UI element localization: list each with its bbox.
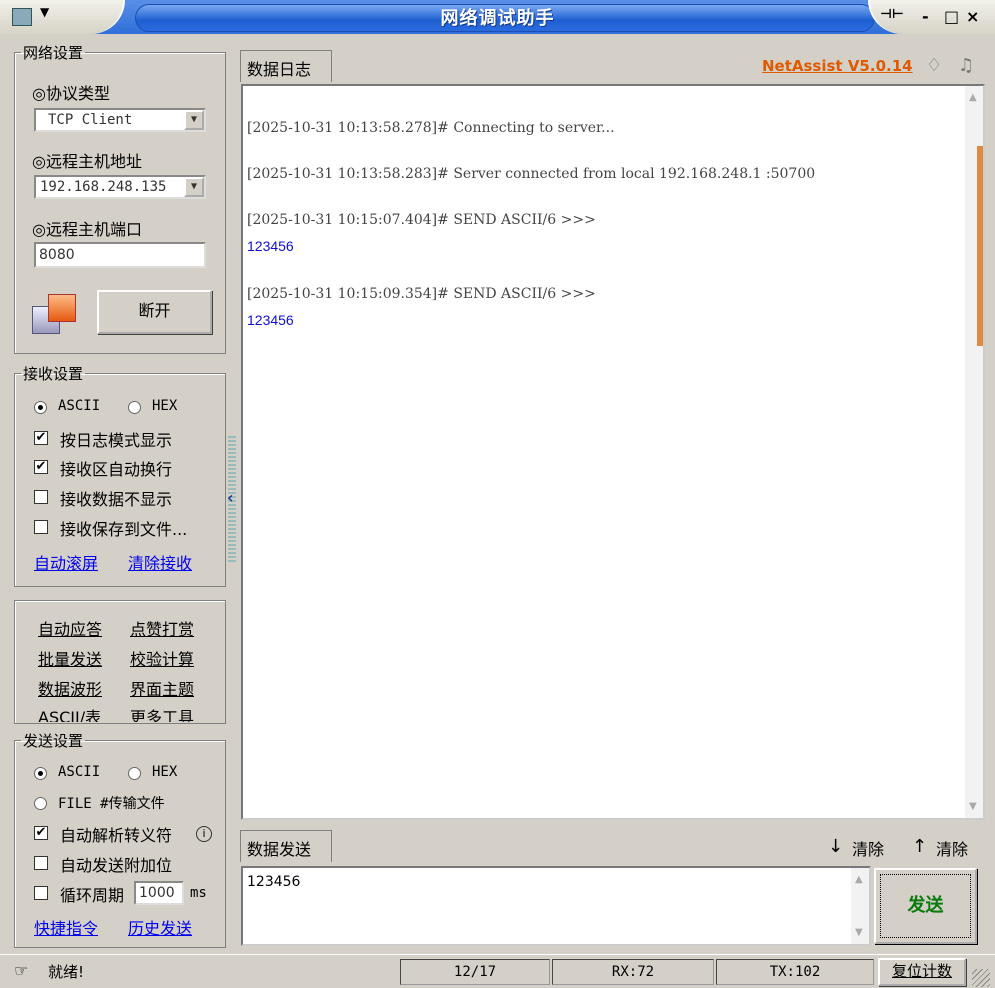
send-file-label: FILE #传输文件 bbox=[58, 796, 165, 812]
tool-donate[interactable]: 点赞打赏 bbox=[130, 616, 194, 640]
tool-more[interactable]: 更多工具 bbox=[130, 704, 194, 722]
status-progress: 12/17 bbox=[400, 959, 550, 985]
hide-data-label: 接收数据不显示 bbox=[60, 490, 173, 509]
shortcuts-link[interactable]: 快捷指令 bbox=[34, 915, 98, 939]
send-hex-label: HEX bbox=[152, 764, 178, 780]
auto-escape-checkbox[interactable]: ✔ bbox=[34, 826, 48, 840]
log-entry-header: [2025-10-31 10:13:58.278]# Connecting to… bbox=[247, 120, 615, 136]
loop-checkbox[interactable] bbox=[34, 886, 48, 900]
tab-data-log[interactable]: 数据日志 bbox=[240, 50, 332, 82]
status-tx: TX:102 bbox=[716, 959, 874, 985]
version-link[interactable]: NetAssist V5.0.14 bbox=[762, 57, 913, 75]
close-button[interactable]: × bbox=[966, 7, 979, 26]
auto-wrap-checkbox[interactable]: ✔ bbox=[34, 460, 48, 474]
clear-log-button[interactable]: 清除 bbox=[936, 836, 968, 860]
log-entry-header: [2025-10-31 10:13:58.283]# Server connec… bbox=[247, 166, 816, 182]
chevron-left-icon: ‹ bbox=[227, 488, 234, 507]
receive-hex-label: HEX bbox=[152, 398, 178, 414]
auto-escape-label: 自动解析转义符 bbox=[60, 826, 173, 845]
scroll-down-icon[interactable]: ▼ bbox=[855, 927, 863, 938]
splitter-handle[interactable]: ‹ bbox=[227, 436, 236, 562]
protocol-value: TCP Client bbox=[48, 112, 133, 128]
receive-settings-legend: 接收设置 bbox=[23, 365, 84, 383]
reset-count-button[interactable]: 复位计数 bbox=[878, 958, 966, 986]
host-value: 192.168.248.135 bbox=[40, 179, 167, 195]
minimize-button[interactable]: - bbox=[922, 7, 929, 26]
tool-batch-send[interactable]: 批量发送 bbox=[38, 646, 102, 670]
scroll-down-icon[interactable]: ▼ bbox=[969, 801, 977, 812]
info-icon[interactable]: i bbox=[196, 826, 212, 842]
log-entry-data: 123456 bbox=[247, 238, 294, 254]
send-button-label: 发送 bbox=[880, 874, 971, 938]
tool-waveform[interactable]: 数据波形 bbox=[38, 676, 102, 700]
connection-icon bbox=[32, 294, 76, 336]
auto-wrap-label: 接收区自动换行 bbox=[60, 460, 173, 479]
log-scrollbar[interactable]: ▲ ▼ bbox=[965, 86, 983, 818]
send-scrollbar[interactable]: ▲ ▼ bbox=[851, 868, 869, 944]
log-entry-header: [2025-10-31 10:15:09.354]# SEND ASCII/6 … bbox=[247, 286, 596, 302]
clear-down-icon[interactable]: ↓ bbox=[828, 836, 843, 857]
log-mode-checkbox[interactable]: ✔ bbox=[34, 431, 48, 445]
clear-up-icon[interactable]: ↑ bbox=[912, 836, 927, 857]
loop-period-input[interactable]: 1000 bbox=[134, 881, 184, 905]
send-button[interactable]: 发送 bbox=[874, 868, 977, 944]
tool-auto-reply[interactable]: 自动应答 bbox=[38, 616, 102, 640]
window-controls: ⊣⊢ - □ × bbox=[868, 0, 995, 34]
append-bit-label: 自动发送附加位 bbox=[60, 856, 173, 875]
tool-ascii-table[interactable]: ASCII/表 bbox=[38, 704, 101, 722]
scroll-up-icon[interactable]: ▲ bbox=[855, 874, 863, 885]
protocol-select[interactable]: TCP Client ▼ bbox=[34, 108, 206, 132]
window-title: 网络调试助手 bbox=[440, 8, 555, 29]
chevron-down-icon[interactable]: ▼ bbox=[184, 110, 204, 130]
bell-icon[interactable]: ♫ bbox=[958, 55, 974, 76]
tab-data-send[interactable]: 数据发送 bbox=[240, 830, 332, 862]
tool-theme[interactable]: 界面主题 bbox=[130, 676, 194, 700]
send-file-radio[interactable] bbox=[34, 797, 47, 810]
network-settings-legend: 网络设置 bbox=[23, 44, 84, 62]
log-entry-header: [2025-10-31 10:15:07.404]# SEND ASCII/6 … bbox=[247, 212, 596, 228]
status-ready: 就绪! bbox=[48, 963, 85, 981]
receive-ascii-label: ASCII bbox=[58, 398, 101, 414]
history-link[interactable]: 历史发送 bbox=[128, 915, 192, 939]
disconnect-button[interactable]: 断开 bbox=[97, 290, 212, 334]
send-settings-legend: 发送设置 bbox=[23, 732, 84, 750]
diamond-icon[interactable]: ♢ bbox=[926, 55, 942, 76]
host-label: ◎远程主机地址 bbox=[32, 152, 142, 171]
host-select[interactable]: 192.168.248.135 ▼ bbox=[34, 175, 206, 199]
clear-receive-link[interactable]: 清除接收 bbox=[128, 550, 192, 574]
clear-send-button[interactable]: 清除 bbox=[852, 836, 884, 860]
send-input[interactable]: 123456 ▲ ▼ bbox=[241, 866, 871, 946]
log-entry-data: 123456 bbox=[247, 312, 294, 328]
log-scroll-thumb[interactable] bbox=[977, 146, 983, 346]
send-ascii-label: ASCII bbox=[58, 764, 101, 780]
ready-icon: ☞ bbox=[14, 961, 29, 980]
append-bit-checkbox[interactable] bbox=[34, 856, 48, 870]
hide-data-checkbox[interactable] bbox=[34, 490, 48, 504]
status-bar: ☞ 就绪! 12/17 RX:72 TX:102 复位计数 bbox=[0, 954, 995, 988]
auto-scroll-link[interactable]: 自动滚屏 bbox=[34, 550, 98, 574]
title-bar: ▼ 网络调试助手 ⊣⊢ - □ × bbox=[0, 0, 995, 34]
port-input[interactable]: 8080 bbox=[34, 242, 206, 268]
save-file-label: 接收保存到文件... bbox=[60, 520, 188, 539]
chevron-down-icon[interactable]: ▼ bbox=[184, 177, 204, 197]
scroll-up-icon[interactable]: ▲ bbox=[969, 92, 977, 103]
protocol-label: ◎协议类型 bbox=[32, 84, 110, 103]
port-label: ◎远程主机端口 bbox=[32, 220, 142, 239]
save-file-checkbox[interactable] bbox=[34, 520, 48, 534]
pin-icon[interactable]: ⊣⊢ bbox=[880, 7, 904, 22]
send-text: 123456 bbox=[247, 874, 301, 890]
loop-unit: ms bbox=[190, 885, 207, 901]
resize-grip[interactable] bbox=[972, 969, 990, 987]
receive-ascii-radio[interactable] bbox=[34, 401, 47, 414]
send-ascii-radio[interactable] bbox=[34, 767, 47, 780]
log-area[interactable]: [2025-10-31 10:13:58.278]# Connecting to… bbox=[241, 84, 985, 820]
tool-checksum[interactable]: 校验计算 bbox=[130, 646, 194, 670]
maximize-button[interactable]: □ bbox=[944, 7, 959, 26]
receive-hex-radio[interactable] bbox=[128, 401, 141, 414]
loop-label: 循环周期 bbox=[60, 886, 125, 905]
log-mode-label: 按日志模式显示 bbox=[60, 431, 173, 450]
status-rx: RX:72 bbox=[552, 959, 714, 985]
send-hex-radio[interactable] bbox=[128, 767, 141, 780]
